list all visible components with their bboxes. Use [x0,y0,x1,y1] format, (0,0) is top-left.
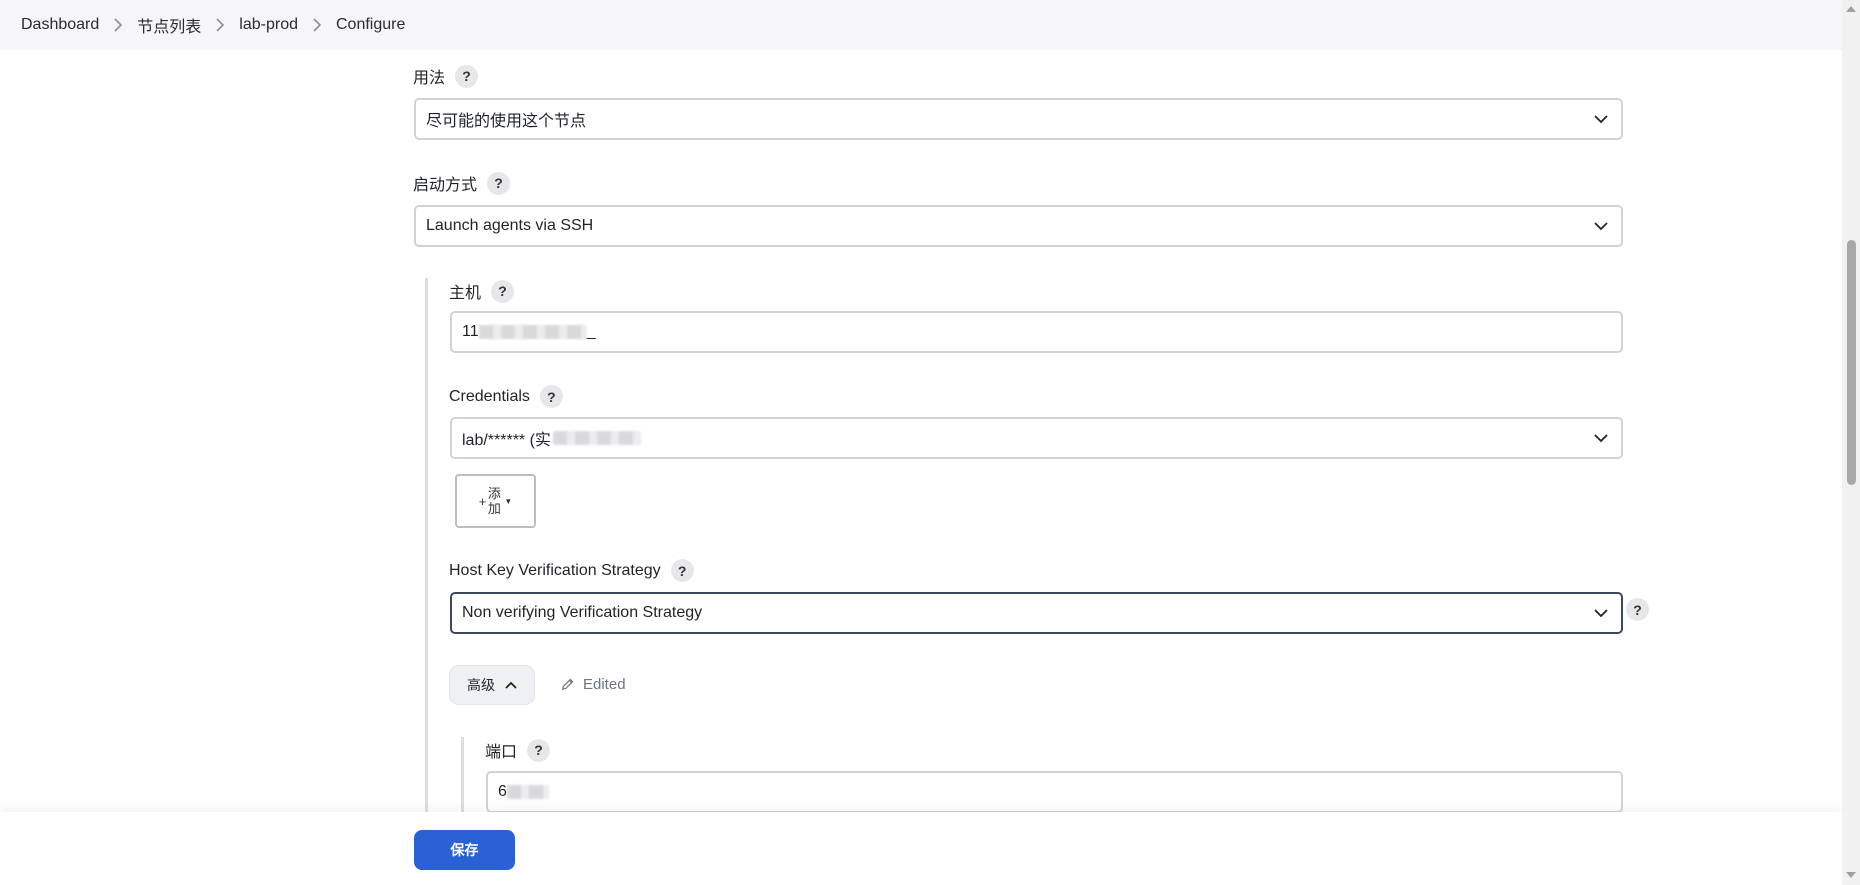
redacted-text [552,431,641,445]
chevron-right-icon [215,18,225,32]
advanced-toggle-button[interactable]: 高级 [449,665,535,705]
host-label: 主机 ? [449,279,515,303]
caret-down-icon: ▼ [504,496,513,506]
chevron-right-icon [113,18,123,32]
edited-indicator: Edited [560,676,626,693]
chevron-right-icon [312,18,322,32]
launch-method-label: 启动方式 ? [413,171,511,195]
host-key-strategy-help-icon[interactable]: ? [1626,598,1649,621]
port-help-icon[interactable]: ? [527,738,551,762]
port-label: 端口 ? [485,738,551,762]
launch-section-guide [425,278,428,812]
breadcrumb-node[interactable]: lab-prod [239,16,298,34]
host-input[interactable]: 11 _ [450,311,1623,353]
chevron-down-icon [1593,608,1609,618]
breadcrumb-dashboard[interactable]: Dashboard [21,16,99,34]
host-key-strategy-select[interactable]: Non verifying Verification Strategy [450,592,1623,634]
scrollbar-thumb[interactable] [1847,240,1856,485]
launch-help-icon[interactable]: ? [487,171,511,195]
breadcrumb-configure[interactable]: Configure [336,16,405,34]
port-input[interactable]: 6 [486,771,1623,813]
bottom-action-bar [0,812,1842,885]
add-credential-button[interactable]: + 添加 ▼ [455,474,536,528]
host-help-icon[interactable]: ? [491,279,515,303]
redacted-text [506,785,549,799]
redacted-text [478,325,587,339]
breadcrumb-node-list[interactable]: 节点列表 [137,13,201,37]
credentials-select[interactable]: lab/****** (实 [450,417,1623,459]
credentials-label: Credentials ? [449,385,563,408]
save-button[interactable]: 保存 [414,830,515,870]
host-key-help-icon[interactable]: ? [670,559,694,582]
usage-label: 用法 ? [413,64,479,88]
host-key-label: Host Key Verification Strategy ? [449,559,694,582]
chevron-down-icon [1593,221,1609,231]
chevron-down-icon [1593,433,1609,443]
chevron-up-icon [505,681,517,689]
usage-help-icon[interactable]: ? [455,64,479,88]
scrollbar[interactable] [1842,0,1860,885]
scroll-down-icon[interactable] [1845,870,1857,880]
scroll-up-icon[interactable] [1845,4,1857,14]
usage-select[interactable]: 尽可能的使用这个节点 [414,98,1623,140]
breadcrumb: Dashboard 节点列表 lab-prod Configure [0,0,1842,50]
chevron-down-icon [1593,114,1609,124]
advanced-section-guide [461,737,464,812]
pencil-icon [562,678,574,690]
launch-method-select[interactable]: Launch agents via SSH [414,205,1623,247]
credentials-help-icon[interactable]: ? [539,385,563,408]
